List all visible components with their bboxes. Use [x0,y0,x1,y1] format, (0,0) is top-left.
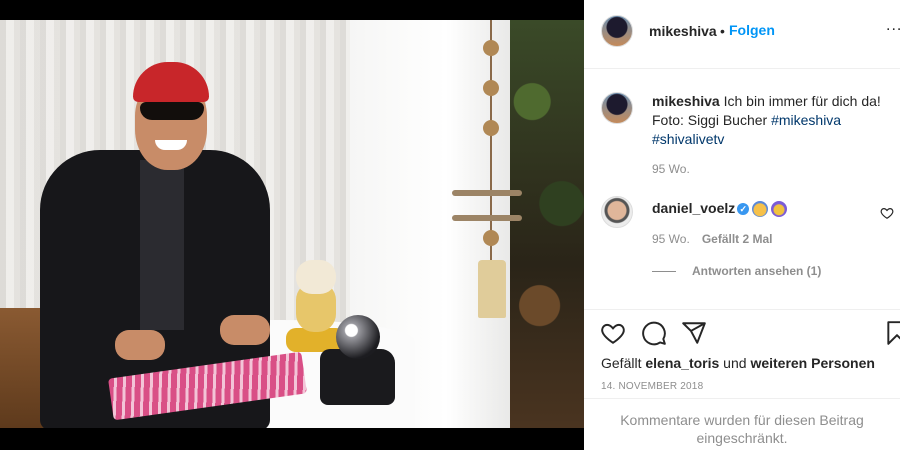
crystal-ball [320,315,395,405]
comments-section: mikeshiva Ich bin immer für dich da! Fot… [584,70,900,310]
share-icon[interactable] [681,320,707,346]
verified-icon: ✓ [737,203,750,216]
wind-chime [452,20,522,320]
more-icon[interactable]: ... [886,17,900,35]
caption-age[interactable]: 95 Wo. [652,162,690,176]
sunglasses [140,102,204,120]
comment-username[interactable]: daniel_voelz [652,200,735,216]
post-date[interactable]: 14. NOVEMBER 2018 [601,381,703,392]
post-side-panel: mikeshiva • Folgen ... mikeshiva Ich bin… [584,0,900,450]
bookmark-icon[interactable] [884,320,900,346]
likes-user-link[interactable]: elena_toris [645,355,719,371]
view-replies-label: Antworten ansehen (1) [692,264,822,278]
hashtag-link[interactable]: #shivalivetv [652,131,724,147]
view-replies-button[interactable]: Antworten ansehen (1) [652,264,821,278]
comment-like-heart-icon[interactable] [880,206,894,220]
heart-icon[interactable] [600,320,626,346]
comment-username-row: daniel_voelz ✓ [652,200,788,218]
hashtag-link[interactable]: #mikeshiva [771,112,841,128]
red-bandana [133,62,209,102]
post-username[interactable]: mikeshiva [649,23,717,39]
emoji-icon [752,201,769,218]
follow-button[interactable]: Folgen [729,22,775,38]
post-photo[interactable] [0,20,584,428]
comment-likes[interactable]: Gefällt 2 Mal [702,232,773,246]
likes-mid: und [719,355,751,371]
comment-icon[interactable] [641,320,667,346]
post-viewer: mikeshiva • Folgen ... mikeshiva Ich bin… [0,0,900,450]
likes-summary: Gefällt elena_toris und weiteren Persone… [601,355,875,371]
separator-dot: • [720,23,725,39]
caption: mikeshiva Ich bin immer für dich da! Fot… [652,92,888,149]
caption-username[interactable]: mikeshiva [652,93,720,109]
comment-age[interactable]: 95 Wo. [652,232,690,246]
comment-avatar[interactable] [601,196,633,228]
comment-meta: 95 Wo. Gefällt 2 Mal [652,232,773,246]
emoji-icon [771,201,788,218]
notice-text: Kommentare wurden für diesen Beitrag ein… [620,412,864,446]
caption-avatar[interactable] [601,92,633,124]
likes-others-link[interactable]: weiteren Personen [750,355,875,371]
action-bar: Gefällt elena_toris und weiteren Persone… [584,309,900,399]
comments-restricted-notice: Kommentare wurden für diesen Beitrag ein… [584,398,900,450]
plants [510,20,584,428]
likes-prefix: Gefällt [601,355,646,371]
avatar[interactable] [601,15,633,47]
post-header: mikeshiva • Folgen ... [584,0,900,69]
